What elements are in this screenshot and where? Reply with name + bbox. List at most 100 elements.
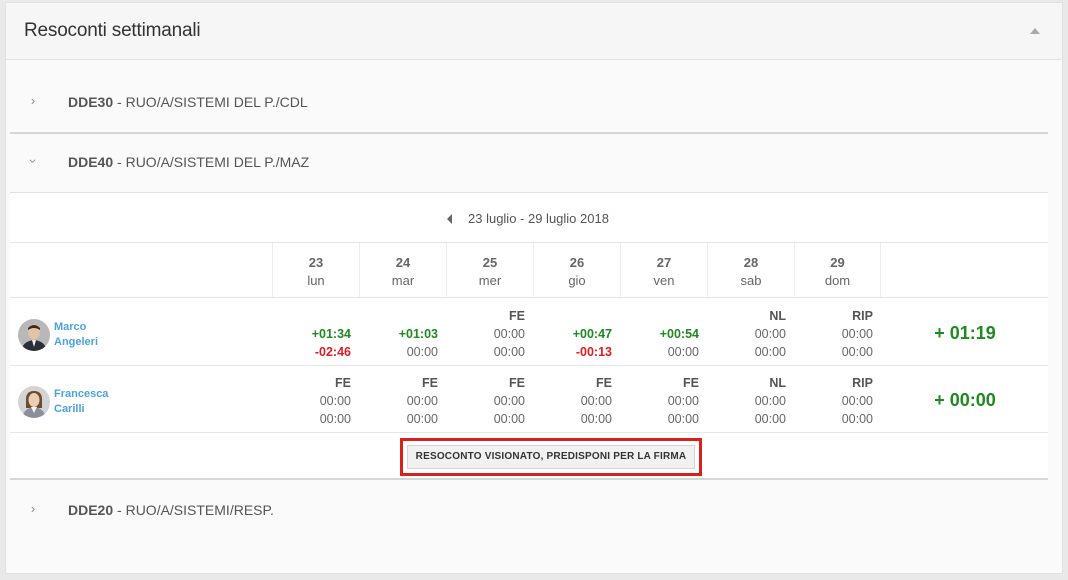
day-name: mar bbox=[391, 273, 415, 288]
time-positive: +00:54 bbox=[659, 327, 699, 341]
report-reviewed-button[interactable]: RESOCONTO VISIONATO, PREDISPONI PER LA F… bbox=[400, 438, 702, 476]
chevron-down-icon: › bbox=[26, 158, 41, 164]
time-value: 00:00 bbox=[493, 394, 525, 408]
day-tag: RIP bbox=[852, 376, 873, 390]
time-value: 00:00 bbox=[667, 412, 699, 426]
time-value: 00:00 bbox=[406, 412, 438, 426]
action-area: RESOCONTO VISIONATO, PREDISPONI PER LA F… bbox=[10, 433, 1048, 479]
group-code: DDE40 bbox=[68, 154, 114, 170]
time-value: 00:00 bbox=[841, 345, 873, 359]
day-tag bbox=[272, 307, 351, 325]
time-value: 00:00 bbox=[580, 412, 612, 426]
time-positive: +00:47 bbox=[572, 327, 612, 341]
first-name: Francesca bbox=[54, 388, 109, 400]
days-header: 23 lun 24 mar 25 mer 26 gio 27 ven 28 sa… bbox=[10, 243, 1048, 298]
time-value: 00:00 bbox=[493, 327, 525, 341]
chevron-right-icon: › bbox=[30, 501, 36, 516]
day-header: 28 sab bbox=[707, 243, 794, 298]
time-value: 00:00 bbox=[406, 394, 438, 408]
day-name: lun bbox=[307, 273, 325, 288]
last-name: Angeleri bbox=[54, 336, 99, 348]
group-code: DDE30 bbox=[68, 94, 114, 110]
person-row: Francesca Carilli FE 00:00 00:00 FE 00:00… bbox=[10, 366, 1048, 433]
person-name-link[interactable]: Francesca Carilli bbox=[54, 387, 134, 417]
time-value: 00:00 bbox=[754, 327, 786, 341]
group-desc: - RUO/A/SISTEMI DEL P./MAZ bbox=[113, 154, 310, 170]
day-tag: FE bbox=[509, 376, 525, 390]
day-cell: FE 00:00 00:00 bbox=[272, 374, 359, 428]
group-row-dde20[interactable]: › DDE20 - RUO/A/SISTEMI/RESP. bbox=[10, 480, 1048, 540]
week-range-label: 23 luglio - 29 luglio 2018 bbox=[468, 211, 609, 226]
group-detail-dde40: 23 luglio - 29 luglio 2018 23 lun 24 mar… bbox=[10, 193, 1048, 479]
day-cell: FE 00:00 00:00 bbox=[533, 374, 620, 428]
time-value: 00:00 bbox=[667, 394, 699, 408]
time-value: 00:00 bbox=[580, 394, 612, 408]
day-number: 23 bbox=[308, 255, 324, 270]
group-desc: - RUO/A/SISTEMI DEL P./CDL bbox=[113, 94, 308, 110]
panel-title: Resoconti settimanali bbox=[24, 20, 201, 41]
week-total: + 01:19 bbox=[934, 323, 996, 343]
day-header: 24 mar bbox=[359, 243, 446, 298]
group-row-dde30[interactable]: › DDE30 - RUO/A/SISTEMI DEL P./CDL bbox=[10, 72, 1048, 132]
caret-up-icon[interactable] bbox=[1030, 28, 1040, 34]
week-navigator: 23 luglio - 29 luglio 2018 bbox=[10, 193, 1048, 243]
day-tag bbox=[533, 307, 612, 325]
day-cell: FE 00:00 00:00 bbox=[620, 374, 707, 428]
week-total: + 00:00 bbox=[934, 390, 996, 410]
last-name: Carilli bbox=[54, 403, 85, 415]
day-tag: FE bbox=[509, 309, 525, 323]
time-value: 00:00 bbox=[841, 327, 873, 341]
group-desc: - RUO/A/SISTEMI/RESP. bbox=[113, 502, 274, 518]
day-number: 24 bbox=[395, 255, 411, 270]
first-name: Marco bbox=[54, 321, 87, 333]
day-cell: +00:47 -00:13 bbox=[533, 307, 620, 361]
time-value: 00:00 bbox=[841, 412, 873, 426]
day-header: 25 mer bbox=[446, 243, 533, 298]
time-value: 00:00 bbox=[493, 412, 525, 426]
time-value: 00:00 bbox=[319, 394, 351, 408]
day-header: 26 gio bbox=[533, 243, 620, 298]
avatar bbox=[18, 386, 50, 418]
day-tag: NL bbox=[769, 376, 786, 390]
day-tag: FE bbox=[596, 376, 612, 390]
day-cell: FE 00:00 00:00 bbox=[446, 374, 533, 428]
day-tag bbox=[359, 307, 438, 325]
day-cell: FE 00:00 00:00 bbox=[359, 374, 446, 428]
day-name: dom bbox=[824, 273, 851, 288]
day-cell: NL 00:00 00:00 bbox=[707, 307, 794, 361]
day-name: gio bbox=[568, 273, 586, 288]
person-row: Marco Angeleri +01:34 -02:46 +01:03 00:00… bbox=[10, 299, 1048, 366]
avatar bbox=[18, 319, 50, 351]
day-cell: +01:34 -02:46 bbox=[272, 307, 359, 361]
day-number: 28 bbox=[743, 255, 759, 270]
time-value: 00:00 bbox=[406, 345, 438, 359]
day-cell: NL 00:00 00:00 bbox=[707, 374, 794, 428]
day-tag: FE bbox=[683, 376, 699, 390]
day-cell: +00:54 00:00 bbox=[620, 307, 707, 361]
day-tag: RIP bbox=[852, 309, 873, 323]
time-value: 00:00 bbox=[754, 412, 786, 426]
day-tag: NL bbox=[769, 309, 786, 323]
day-cell: RIP 00:00 00:00 bbox=[794, 374, 881, 428]
group-label: DDE40 - RUO/A/SISTEMI DEL P./MAZ bbox=[68, 154, 309, 170]
day-number: 27 bbox=[656, 255, 672, 270]
group-code: DDE20 bbox=[68, 502, 114, 518]
time-positive: +01:34 bbox=[311, 327, 351, 341]
chevron-right-icon: › bbox=[30, 93, 36, 108]
time-negative: -02:46 bbox=[314, 345, 351, 359]
day-tag bbox=[620, 307, 699, 325]
day-cell: RIP 00:00 00:00 bbox=[794, 307, 881, 361]
day-name: mer bbox=[478, 273, 502, 288]
time-value: 00:00 bbox=[841, 394, 873, 408]
time-value: 00:00 bbox=[754, 345, 786, 359]
person-name-link[interactable]: Marco Angeleri bbox=[54, 320, 134, 350]
day-tag: FE bbox=[422, 376, 438, 390]
time-value: 00:00 bbox=[667, 345, 699, 359]
caret-left-icon[interactable] bbox=[447, 214, 452, 224]
day-number: 29 bbox=[830, 255, 845, 270]
time-value: 00:00 bbox=[493, 345, 525, 359]
day-name: sab bbox=[740, 273, 762, 288]
time-positive: +01:03 bbox=[398, 327, 438, 341]
group-row-dde40[interactable]: › DDE40 - RUO/A/SISTEMI DEL P./MAZ bbox=[10, 134, 1048, 193]
day-name: ven bbox=[653, 273, 675, 288]
